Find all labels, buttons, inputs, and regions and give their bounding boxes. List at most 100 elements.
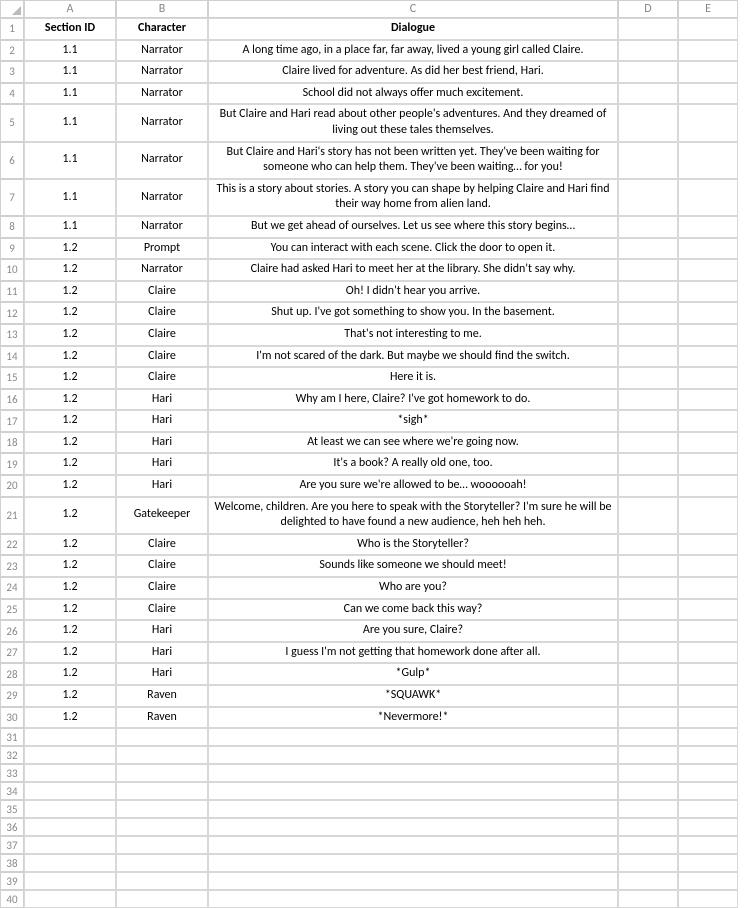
row-header-37[interactable]: 37 (0, 836, 24, 854)
column-header-A[interactable]: A (24, 0, 116, 18)
row-header-14[interactable]: 14 (0, 346, 24, 368)
cell-E24[interactable] (678, 577, 738, 599)
cell-C26[interactable]: Are you sure, Claire? (208, 620, 618, 642)
cell-D8[interactable] (618, 216, 678, 238)
cell-C22[interactable]: Who is the Storyteller? (208, 534, 618, 556)
cell-A10[interactable]: 1.2 (24, 259, 116, 281)
cell-C28[interactable]: *Gulp* (208, 663, 618, 685)
row-header-20[interactable]: 20 (0, 475, 24, 497)
cell-E18[interactable] (678, 432, 738, 454)
cell-A30[interactable]: 1.2 (24, 707, 116, 729)
cell-C20[interactable]: Are you sure we're allowed to be… wooooo… (208, 475, 618, 497)
row-header-18[interactable]: 18 (0, 432, 24, 454)
cell-E36[interactable] (678, 818, 738, 836)
cell-A38[interactable] (24, 854, 116, 872)
cell-B22[interactable]: Claire (116, 534, 208, 556)
cell-A8[interactable]: 1.1 (24, 216, 116, 238)
cell-B30[interactable]: Raven (116, 707, 208, 729)
cell-A6[interactable]: 1.1 (24, 142, 116, 179)
cell-A14[interactable]: 1.2 (24, 346, 116, 368)
cell-C11[interactable]: Oh! I didn't hear you arrive. (208, 281, 618, 303)
cell-A18[interactable]: 1.2 (24, 432, 116, 454)
cell-A12[interactable]: 1.2 (24, 302, 116, 324)
cell-D13[interactable] (618, 324, 678, 346)
cell-D30[interactable] (618, 707, 678, 729)
cell-B27[interactable]: Hari (116, 642, 208, 664)
cell-B3[interactable]: Narrator (116, 61, 208, 83)
cell-A35[interactable] (24, 800, 116, 818)
cell-C12[interactable]: Shut up. I've got something to show you.… (208, 302, 618, 324)
row-header-40[interactable]: 40 (0, 890, 24, 908)
cell-B14[interactable]: Claire (116, 346, 208, 368)
row-header-21[interactable]: 21 (0, 497, 24, 534)
cell-C2[interactable]: A long time ago, in a place far, far awa… (208, 40, 618, 62)
cell-E21[interactable] (678, 497, 738, 534)
row-header-3[interactable]: 3 (0, 61, 24, 83)
row-header-8[interactable]: 8 (0, 216, 24, 238)
cell-A27[interactable]: 1.2 (24, 642, 116, 664)
cell-B24[interactable]: Claire (116, 577, 208, 599)
row-header-9[interactable]: 9 (0, 238, 24, 260)
cell-E17[interactable] (678, 410, 738, 432)
cell-C23[interactable]: Sounds like someone we should meet! (208, 555, 618, 577)
cell-C40[interactable] (208, 890, 618, 908)
cell-E9[interactable] (678, 238, 738, 260)
row-header-26[interactable]: 26 (0, 620, 24, 642)
cell-D14[interactable] (618, 346, 678, 368)
cell-D23[interactable] (618, 555, 678, 577)
cell-B20[interactable]: Hari (116, 475, 208, 497)
cell-B11[interactable]: Claire (116, 281, 208, 303)
cell-D35[interactable] (618, 800, 678, 818)
cell-D25[interactable] (618, 599, 678, 621)
cell-C4[interactable]: School did not always offer much excitem… (208, 83, 618, 105)
cell-D33[interactable] (618, 764, 678, 782)
cell-C31[interactable] (208, 728, 618, 746)
cell-D17[interactable] (618, 410, 678, 432)
column-header-E[interactable]: E (678, 0, 738, 18)
cell-C13[interactable]: That's not interesting to me. (208, 324, 618, 346)
cell-D39[interactable] (618, 872, 678, 890)
cell-B34[interactable] (116, 782, 208, 800)
cell-D12[interactable] (618, 302, 678, 324)
cell-C16[interactable]: Why am I here, Claire? I've got homework… (208, 389, 618, 411)
cell-E32[interactable] (678, 746, 738, 764)
cell-B23[interactable]: Claire (116, 555, 208, 577)
cell-B36[interactable] (116, 818, 208, 836)
cell-E12[interactable] (678, 302, 738, 324)
cell-B7[interactable]: Narrator (116, 179, 208, 216)
row-header-11[interactable]: 11 (0, 281, 24, 303)
row-header-38[interactable]: 38 (0, 854, 24, 872)
cell-B40[interactable] (116, 890, 208, 908)
cell-A19[interactable]: 1.2 (24, 453, 116, 475)
row-header-12[interactable]: 12 (0, 302, 24, 324)
cell-B4[interactable]: Narrator (116, 83, 208, 105)
cell-C7[interactable]: This is a story about stories. A story y… (208, 179, 618, 216)
row-header-32[interactable]: 32 (0, 746, 24, 764)
cell-E11[interactable] (678, 281, 738, 303)
cell-D2[interactable] (618, 40, 678, 62)
row-header-13[interactable]: 13 (0, 324, 24, 346)
cell-B21[interactable]: Gatekeeper (116, 497, 208, 534)
row-header-39[interactable]: 39 (0, 872, 24, 890)
cell-A11[interactable]: 1.2 (24, 281, 116, 303)
cell-C18[interactable]: At least we can see where we're going no… (208, 432, 618, 454)
cell-C25[interactable]: Can we come back this way? (208, 599, 618, 621)
cell-D20[interactable] (618, 475, 678, 497)
cell-C19[interactable]: It's a book? A really old one, too. (208, 453, 618, 475)
cell-A40[interactable] (24, 890, 116, 908)
cell-E5[interactable] (678, 104, 738, 141)
cell-C15[interactable]: Here it is. (208, 367, 618, 389)
select-all-corner[interactable] (0, 0, 24, 18)
cell-C14[interactable]: I'm not scared of the dark. But maybe we… (208, 346, 618, 368)
cell-C8[interactable]: But we get ahead of ourselves. Let us se… (208, 216, 618, 238)
cell-A21[interactable]: 1.2 (24, 497, 116, 534)
header-cell-A[interactable]: Section ID (24, 18, 116, 40)
cell-E33[interactable] (678, 764, 738, 782)
cell-A26[interactable]: 1.2 (24, 620, 116, 642)
cell-A22[interactable]: 1.2 (24, 534, 116, 556)
cell-A15[interactable]: 1.2 (24, 367, 116, 389)
cell-D6[interactable] (618, 142, 678, 179)
cell-C17[interactable]: *sigh* (208, 410, 618, 432)
cell-E30[interactable] (678, 707, 738, 729)
row-header-28[interactable]: 28 (0, 663, 24, 685)
